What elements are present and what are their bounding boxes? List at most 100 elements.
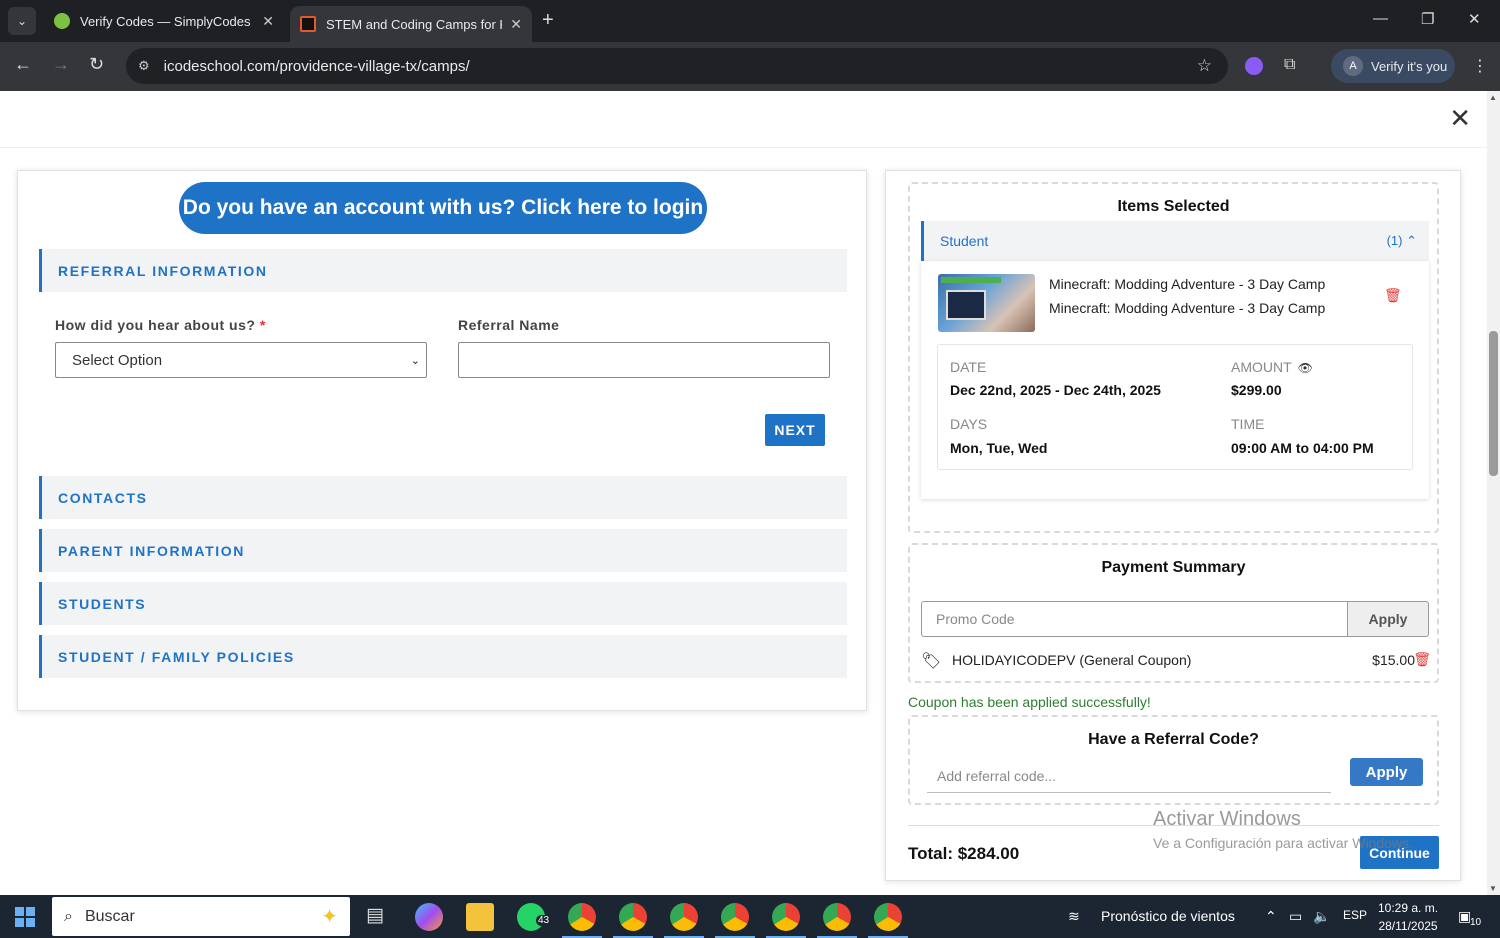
hear-about-label: How did you hear about us? * bbox=[55, 317, 266, 333]
search-label: Buscar bbox=[84, 907, 135, 925]
section-parent-information[interactable]: PARENT INFORMATION bbox=[39, 529, 847, 572]
whatsapp-badge: 43 bbox=[536, 915, 552, 926]
chrome-profile-a3-icon[interactable] bbox=[766, 903, 806, 938]
chrome-profile-a-icon[interactable] bbox=[664, 903, 704, 938]
task-view-icon[interactable]: ▤ bbox=[366, 904, 384, 927]
next-button[interactable]: NEXT bbox=[765, 414, 825, 446]
sparkle-icon: ✦ bbox=[321, 906, 338, 928]
items-selected-box: Items Selected Student (1) ⌃ Minecraft: … bbox=[908, 182, 1439, 533]
extension-icon[interactable] bbox=[1245, 57, 1263, 75]
student-count: (1) ⌃ bbox=[1387, 233, 1417, 249]
scroll-down-icon[interactable]: ▼ bbox=[1489, 884, 1497, 893]
tab-title: STEM and Coding Camps for Ki bbox=[326, 16, 503, 32]
close-tab-icon[interactable]: ✕ bbox=[510, 16, 522, 33]
modal-header: ✕ bbox=[0, 91, 1487, 148]
language-indicator[interactable]: ESP bbox=[1343, 908, 1367, 922]
close-modal-icon[interactable]: ✕ bbox=[1449, 103, 1471, 134]
maximize-icon[interactable]: ❐ bbox=[1421, 10, 1434, 28]
close-tab-icon[interactable]: ✕ bbox=[262, 13, 274, 30]
taskbar: ⌕ Buscar ✦ ▤ 43 ≋ Pronóstico de vientos … bbox=[0, 895, 1500, 938]
windows-activation-watermark: Activar Windows Ve a Configuración para … bbox=[1153, 808, 1413, 851]
volume-icon[interactable]: 🔈 bbox=[1313, 908, 1330, 925]
watermark-line2: Ve a Configuración para activar Windows. bbox=[1153, 835, 1413, 851]
chevron-up-icon[interactable]: ⌃ bbox=[1265, 908, 1277, 925]
order-summary-card: Items Selected Student (1) ⌃ Minecraft: … bbox=[885, 170, 1461, 881]
clock-time: 10:29 a. m. bbox=[1378, 901, 1439, 915]
weather-text[interactable]: Pronóstico de vientos bbox=[1101, 908, 1235, 924]
new-tab-icon[interactable]: + bbox=[542, 9, 554, 32]
forward-icon[interactable]: → bbox=[52, 54, 70, 75]
items-selected-title: Items Selected bbox=[1117, 198, 1230, 215]
chrome-profile-g-icon[interactable] bbox=[868, 903, 908, 938]
address-bar[interactable]: ⚙ icodeschool.com/providence-village-tx/… bbox=[126, 48, 1228, 84]
chrome-profile-a2-icon[interactable] bbox=[715, 903, 755, 938]
profile-verify-button[interactable]: A Verify it's you bbox=[1331, 49, 1455, 83]
section-referral-information[interactable]: REFERRAL INFORMATION bbox=[39, 249, 847, 292]
coupon-amount: $15.00 bbox=[1372, 652, 1415, 668]
tab-strip: ⌄ Verify Codes — SimplyCodes ✕ STEM and … bbox=[0, 0, 1500, 42]
bookmark-star-icon[interactable]: ☆ bbox=[1197, 56, 1212, 76]
payment-summary-title: Payment Summary bbox=[1101, 559, 1246, 576]
scrollbar-thumb[interactable] bbox=[1489, 331, 1498, 476]
coupon-success-message: Coupon has been applied successfully! bbox=[908, 694, 1151, 710]
system-clock[interactable]: 10:29 a. m. 28/11/2025 bbox=[1378, 899, 1438, 935]
page-scrollbar[interactable]: ▲ ▼ bbox=[1487, 91, 1500, 895]
applied-coupon-row: 🏷 HOLIDAYICODEPV (General Coupon) $15.00… bbox=[921, 651, 1431, 671]
hear-about-label-text: How did you hear about us? bbox=[55, 317, 256, 333]
referral-name-label: Referral Name bbox=[458, 317, 560, 333]
chevron-up-icon: ⌃ bbox=[1406, 233, 1417, 248]
watermark-line1: Activar Windows bbox=[1153, 808, 1301, 830]
amount-label: AMOUNT 👁 bbox=[1231, 359, 1313, 375]
days-value: Mon, Tue, Wed bbox=[950, 440, 1048, 456]
coupon-name: HOLIDAYICODEPV (General Coupon) bbox=[952, 652, 1192, 668]
student-accordion[interactable]: Student (1) ⌃ bbox=[921, 221, 1429, 261]
scroll-up-icon[interactable]: ▲ bbox=[1489, 93, 1497, 102]
referral-name-input[interactable] bbox=[458, 342, 830, 378]
promo-apply-button[interactable]: Apply bbox=[1347, 601, 1429, 637]
site-info-icon[interactable]: ⚙ bbox=[138, 58, 150, 74]
menu-kebab-icon[interactable]: ⋮ bbox=[1472, 56, 1488, 76]
chrome-profile-m-icon[interactable] bbox=[613, 903, 653, 938]
referral-code-input[interactable]: Add referral code... bbox=[927, 759, 1331, 793]
item-title: Minecraft: Modding Adventure - 3 Day Cam… bbox=[1049, 276, 1326, 292]
section-student-family-policies[interactable]: STUDENT / FAMILY POLICIES bbox=[39, 635, 847, 678]
chrome-profile-j-icon[interactable] bbox=[562, 903, 602, 938]
promo-code-input[interactable]: Promo Code bbox=[921, 601, 1348, 637]
verify-label: Verify it's you bbox=[1371, 58, 1448, 74]
chrome-profile-s-icon[interactable] bbox=[817, 903, 857, 938]
browser-toolbar: ← → ↻ ⚙ icodeschool.com/providence-villa… bbox=[0, 42, 1500, 91]
referral-code-title: Have a Referral Code? bbox=[1088, 731, 1259, 748]
network-icon[interactable]: ▭ bbox=[1289, 908, 1302, 925]
tab-icodeschool[interactable]: STEM and Coding Camps for Ki ✕ bbox=[290, 6, 532, 42]
minimize-icon[interactable]: — bbox=[1373, 10, 1388, 27]
section-students[interactable]: STUDENTS bbox=[39, 582, 847, 625]
simplycodes-favicon-icon bbox=[54, 13, 70, 29]
hear-about-select[interactable]: Select Option ⌄ bbox=[55, 342, 427, 378]
close-window-icon[interactable]: ✕ bbox=[1468, 10, 1481, 28]
page: ✕ Do you have an account with us? Click … bbox=[0, 91, 1487, 895]
copilot-icon[interactable] bbox=[415, 903, 443, 931]
date-value: Dec 22nd, 2025 - Dec 24th, 2025 bbox=[950, 382, 1161, 398]
item-subtitle: Minecraft: Modding Adventure - 3 Day Cam… bbox=[1049, 300, 1326, 316]
cart-item: Minecraft: Modding Adventure - 3 Day Cam… bbox=[921, 261, 1429, 499]
file-explorer-icon[interactable] bbox=[466, 903, 494, 931]
taskbar-search[interactable]: ⌕ Buscar ✦ bbox=[52, 897, 350, 936]
tab-search-button[interactable]: ⌄ bbox=[8, 7, 36, 35]
section-contacts[interactable]: CONTACTS bbox=[39, 476, 847, 519]
remove-coupon-trash-icon[interactable]: 🗑 bbox=[1413, 651, 1431, 668]
wind-icon: ≋ bbox=[1068, 908, 1080, 924]
referral-apply-button[interactable]: Apply bbox=[1350, 758, 1423, 786]
remove-item-trash-icon[interactable]: 🗑 bbox=[1384, 287, 1402, 304]
eye-icon[interactable]: 👁 bbox=[1298, 361, 1313, 375]
chevron-down-icon: ⌄ bbox=[410, 354, 420, 367]
windows-start-icon[interactable] bbox=[15, 907, 35, 927]
registration-form-card: Do you have an account with us? Click he… bbox=[17, 170, 867, 711]
login-button[interactable]: Do you have an account with us? Click he… bbox=[179, 182, 707, 234]
student-count-text: (1) bbox=[1386, 233, 1403, 248]
student-label: Student bbox=[940, 233, 989, 249]
tab-simplycodes[interactable]: Verify Codes — SimplyCodes ✕ bbox=[44, 0, 284, 42]
reload-icon[interactable]: ↻ bbox=[89, 54, 104, 75]
payment-summary-box: Payment Summary Promo Code Apply 🏷 HOLID… bbox=[908, 543, 1439, 683]
extensions-puzzle-icon[interactable]: ⧉ bbox=[1284, 56, 1295, 74]
back-icon[interactable]: ← bbox=[14, 54, 32, 75]
